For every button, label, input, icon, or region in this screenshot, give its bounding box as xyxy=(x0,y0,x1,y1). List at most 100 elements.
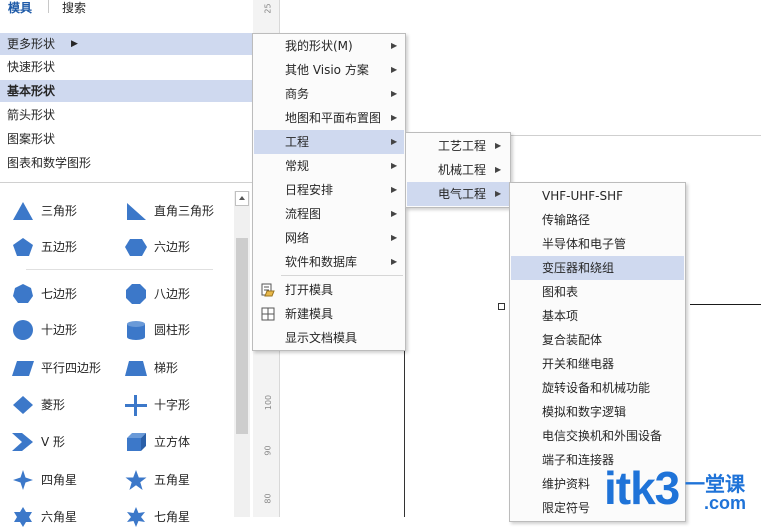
stencil-menu-item[interactable]: 模拟和数字逻辑 xyxy=(511,400,684,424)
menu-separator xyxy=(281,275,403,276)
shape-item[interactable]: 平行四边形 xyxy=(11,356,121,380)
shape-label: 六角星 xyxy=(41,510,78,524)
chevron-right-icon: ▶ xyxy=(391,89,398,98)
shape-item[interactable]: 四角星 xyxy=(11,468,121,492)
shape-item[interactable]: 五边形 xyxy=(11,235,121,259)
shape-label: 五角星 xyxy=(154,473,191,487)
stencil-menu-item[interactable]: 开关和继电器 xyxy=(511,352,684,376)
new-stencil-icon xyxy=(261,307,275,321)
menu-item-label: 基本项 xyxy=(542,309,579,323)
category-basic-shapes[interactable]: 基本形状 xyxy=(0,80,252,102)
menu-item[interactable]: 新建模具 xyxy=(254,302,404,326)
category-quick-shapes[interactable]: 快速形状 xyxy=(0,56,252,78)
shape-label: 三角形 xyxy=(41,204,78,218)
menu-item[interactable]: 商务 ▶ xyxy=(254,82,404,106)
chevron-right-icon: ▶ xyxy=(391,185,398,194)
menu-item-label: 变压器和绕组 xyxy=(542,261,615,275)
category-label: 更多形状 xyxy=(7,37,56,51)
stencil-menu-item[interactable]: 传输路径 xyxy=(511,208,684,232)
scrollbar-thumb[interactable] xyxy=(236,238,248,434)
menu-item-label: 地图和平面布置图 xyxy=(285,111,382,125)
chevron-right-icon: ▶ xyxy=(391,209,398,218)
stencil-menu-item[interactable]: VHF-UHF-SHF xyxy=(511,184,684,208)
shape-item[interactable]: 七角星 xyxy=(124,505,234,529)
four-point-star-icon xyxy=(13,470,33,490)
shape-item[interactable]: 圆柱形 xyxy=(124,318,234,342)
category-label: 快速形状 xyxy=(7,60,56,74)
shape-label: 七边形 xyxy=(41,287,78,301)
menu-item-label: 打开模具 xyxy=(285,283,334,297)
shape-label: 六边形 xyxy=(154,240,191,254)
page-shape-line xyxy=(690,304,761,305)
decagon-icon xyxy=(13,320,33,340)
menu-item-label: 软件和数据库 xyxy=(285,255,358,269)
chevron-icon xyxy=(12,433,33,451)
menu-item[interactable]: 打开模具 xyxy=(254,278,404,302)
menu-item-label: 工程 xyxy=(285,135,310,149)
menu-item[interactable]: 工程 ▶ xyxy=(254,130,404,154)
watermark-domain: .com xyxy=(704,493,747,513)
shape-group-divider xyxy=(26,269,213,270)
shape-item[interactable]: 梯形 xyxy=(124,356,234,380)
shape-item[interactable]: 三角形 xyxy=(11,199,121,223)
stencil-menu-item[interactable]: 图和表 xyxy=(511,280,684,304)
menu-item[interactable]: 其他 Visio 方案 ▶ xyxy=(254,58,404,82)
menu-item-label: 传输路径 xyxy=(542,213,591,227)
shape-label: 十字形 xyxy=(154,398,191,412)
menu-item-label: 开关和继电器 xyxy=(542,357,615,371)
watermark-logo: itk3 一堂课 .com xyxy=(600,462,760,517)
scroll-up-button[interactable] xyxy=(235,191,249,206)
shape-item[interactable]: 菱形 xyxy=(11,393,121,417)
category-pattern-shapes[interactable]: 图案形状 xyxy=(0,128,252,150)
shape-item[interactable]: 十边形 xyxy=(11,318,121,342)
diamond-icon xyxy=(13,396,33,414)
menu-item-label: 图和表 xyxy=(542,285,579,299)
chevron-right-icon: ▶ xyxy=(391,41,398,50)
category-more-shapes[interactable]: 更多形状 ▶ xyxy=(0,33,252,55)
menu-item-label: 常规 xyxy=(285,159,310,173)
stencil-menu-item[interactable]: 基本项 xyxy=(511,304,684,328)
category-arrow-shapes[interactable]: 箭头形状 xyxy=(0,104,252,126)
menu-item[interactable]: 地图和平面布置图 ▶ xyxy=(254,106,404,130)
shape-item[interactable]: 直角三角形 xyxy=(124,199,234,223)
stencil-menu-item[interactable]: 旋转设备和机械功能 xyxy=(511,376,684,400)
menu-item-label: 我的形状(M) xyxy=(285,39,353,53)
menu-item[interactable]: 显示文档模具 xyxy=(254,326,404,350)
shape-label: 五边形 xyxy=(41,240,78,254)
stencil-menu-item[interactable]: 变压器和绕组 xyxy=(511,256,684,280)
stencil-menu-item[interactable]: 半导体和电子管 xyxy=(511,232,684,256)
shape-item[interactable]: 五角星 xyxy=(124,468,234,492)
category-chart-math-shapes[interactable]: 图表和数学图形 xyxy=(0,152,252,174)
shape-item[interactable]: 六角星 xyxy=(11,505,121,529)
menu-item[interactable]: 网络 ▶ xyxy=(254,226,404,250)
selection-handle[interactable] xyxy=(498,303,505,310)
submenu-item[interactable]: 机械工程 ▶ xyxy=(407,158,509,182)
five-point-star-icon xyxy=(125,470,147,490)
chevron-right-icon: ▶ xyxy=(391,113,398,122)
menu-item[interactable]: 常规 ▶ xyxy=(254,154,404,178)
shape-item[interactable]: 八边形 xyxy=(124,282,234,306)
submenu-item[interactable]: 工艺工程 ▶ xyxy=(407,134,509,158)
tab-stencils[interactable]: 模具 xyxy=(8,0,32,16)
submenu-item[interactable]: 电气工程 ▶ xyxy=(407,182,509,206)
menu-item[interactable]: 我的形状(M) ▶ xyxy=(254,34,404,58)
shape-item[interactable]: 七边形 xyxy=(11,282,121,306)
chevron-right-icon: ▶ xyxy=(391,257,398,266)
menu-item-label: 维护资料 xyxy=(542,477,591,491)
menu-item[interactable]: 软件和数据库 ▶ xyxy=(254,250,404,274)
shape-item[interactable]: 十字形 xyxy=(124,393,234,417)
shape-item[interactable]: 六边形 xyxy=(124,235,234,259)
engineering-submenu: 工艺工程 ▶ 机械工程 ▶ 电气工程 ▶ xyxy=(405,132,511,208)
menu-item-label: 工艺工程 xyxy=(438,139,487,153)
menu-item-label: 流程图 xyxy=(285,207,322,221)
stencil-menu-item[interactable]: 复合装配体 xyxy=(511,328,684,352)
shape-item[interactable]: V 形 xyxy=(11,430,121,454)
tab-search[interactable]: 搜索 xyxy=(62,0,86,16)
menu-item[interactable]: 日程安排 ▶ xyxy=(254,178,404,202)
ruler-label: 100 xyxy=(264,394,274,411)
menu-item[interactable]: 流程图 ▶ xyxy=(254,202,404,226)
shape-item[interactable]: 立方体 xyxy=(124,430,234,454)
shape-label: 立方体 xyxy=(154,435,191,449)
cube-icon xyxy=(127,433,146,451)
stencil-menu-item[interactable]: 电信交换机和外围设备 xyxy=(511,424,684,448)
